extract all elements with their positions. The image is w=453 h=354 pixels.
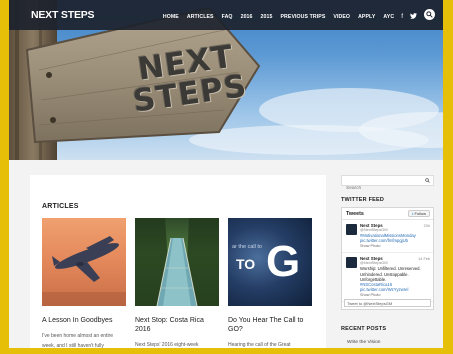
search-icon: [426, 11, 433, 18]
sidebar-search: [341, 175, 434, 193]
nav-item-faq[interactable]: FAQ: [222, 14, 233, 20]
article-thumbnail[interactable]: [42, 218, 126, 306]
twitter-follow-button[interactable]: t Follow: [407, 210, 430, 217]
article-thumbnail[interactable]: [135, 218, 219, 306]
tweet[interactable]: Next Steps @NextStepsGM 20h #Motivationa…: [342, 220, 433, 254]
tweet[interactable]: Next Steps @NextStepsGM 14 Feb Worship: …: [342, 253, 433, 303]
nav-item-home[interactable]: HOME: [163, 14, 179, 20]
search-icon[interactable]: [425, 178, 430, 183]
article-card[interactable]: ar the call to TO G Do You Hear The Call…: [228, 218, 312, 348]
article-title[interactable]: A Lesson In Goodbyes: [42, 316, 126, 325]
avatar[interactable]: [346, 224, 357, 235]
rope-bridge-image: [135, 218, 219, 306]
tweet-time[interactable]: 20h: [424, 224, 430, 228]
tweets-title: Tweets: [346, 211, 364, 217]
browser-page: NEXT STEPS NEXT STEPS HOME ARTICLES FAQ …: [9, 0, 443, 348]
twitter-timeline: Tweets t Follow Next Steps @NextStepsGM …: [341, 207, 434, 310]
tweet-link[interactable]: #NSCostaRica16 pic.twitter.com/WzYyzwrel: [360, 282, 430, 292]
nav-item-articles[interactable]: ARTICLES: [187, 14, 214, 20]
nav-menu: HOME ARTICLES FAQ 2016 2015 PREVIOUS TRI…: [155, 9, 435, 22]
sidebar: TWITTER FEED Tweets t Follow Next Steps …: [335, 170, 443, 348]
top-navigation: NEXT STEPS HOME ARTICLES FAQ 2016 2015 P…: [9, 0, 443, 30]
thumb-text-small: ar the call to: [232, 244, 262, 250]
show-photo-link[interactable]: Show Photo: [360, 243, 430, 249]
twitter-header: Tweets t Follow: [342, 208, 433, 220]
show-photo-link[interactable]: Show Photo: [360, 292, 430, 298]
main-content: ARTICLES A Lesson In Goodbyes I've been …: [30, 175, 326, 348]
articles-heading: ARTICLES: [42, 203, 79, 210]
tweet-to-button[interactable]: Tweet to @NextStepsGM: [344, 299, 431, 307]
article-excerpt: Hearing the call of the Great Commission…: [228, 342, 291, 348]
avatar[interactable]: [346, 257, 357, 269]
tweet-link[interactable]: #MotivationalMissionsMonday pic.twitter.…: [360, 233, 430, 243]
article-thumbnail[interactable]: ar the call to TO G: [228, 218, 312, 306]
tweet-text: Worship: Unfiltered. Unreserved. Unhinde…: [360, 266, 421, 282]
site-logo[interactable]: NEXT STEPS: [31, 9, 95, 21]
nav-item-2015[interactable]: 2015: [261, 14, 273, 20]
nav-item-apply[interactable]: APPLY: [358, 14, 375, 20]
article-card[interactable]: Next Stop: Costa Rica 2016 Next Steps' 2…: [135, 218, 219, 348]
airplane-image: [42, 236, 126, 306]
nav-item-previous-trips[interactable]: PREVIOUS TRIPS: [280, 14, 325, 20]
thumb-text-go: G: [266, 237, 301, 286]
facebook-icon[interactable]: f: [401, 13, 403, 20]
search-input[interactable]: [342, 184, 422, 193]
twitter-feed-heading: TWITTER FEED: [341, 197, 385, 203]
article-excerpt: I've been home almost an entire week, an…: [42, 333, 113, 348]
recent-post-link[interactable]: Write the Vision: [347, 340, 380, 345]
twitter-icon[interactable]: [410, 12, 417, 21]
article-title[interactable]: Next Stop: Costa Rica 2016: [135, 316, 219, 334]
nav-item-ayc[interactable]: AYC: [383, 14, 394, 20]
nav-item-video[interactable]: VIDEO: [333, 14, 350, 20]
nav-search-button[interactable]: [424, 9, 435, 20]
article-excerpt: Next Steps' 2016 eight-week missions tri…: [135, 342, 199, 348]
article-card[interactable]: A Lesson In Goodbyes I've been home almo…: [42, 218, 126, 348]
follow-label: Follow: [414, 211, 426, 216]
thumb-text-to: TO: [236, 256, 256, 272]
recent-posts-heading: RECENT POSTS: [341, 326, 387, 332]
nav-item-2016[interactable]: 2016: [241, 14, 253, 20]
article-title[interactable]: Do You Hear The Call to GO?: [228, 316, 312, 334]
tweet-time[interactable]: 14 Feb: [418, 257, 430, 261]
